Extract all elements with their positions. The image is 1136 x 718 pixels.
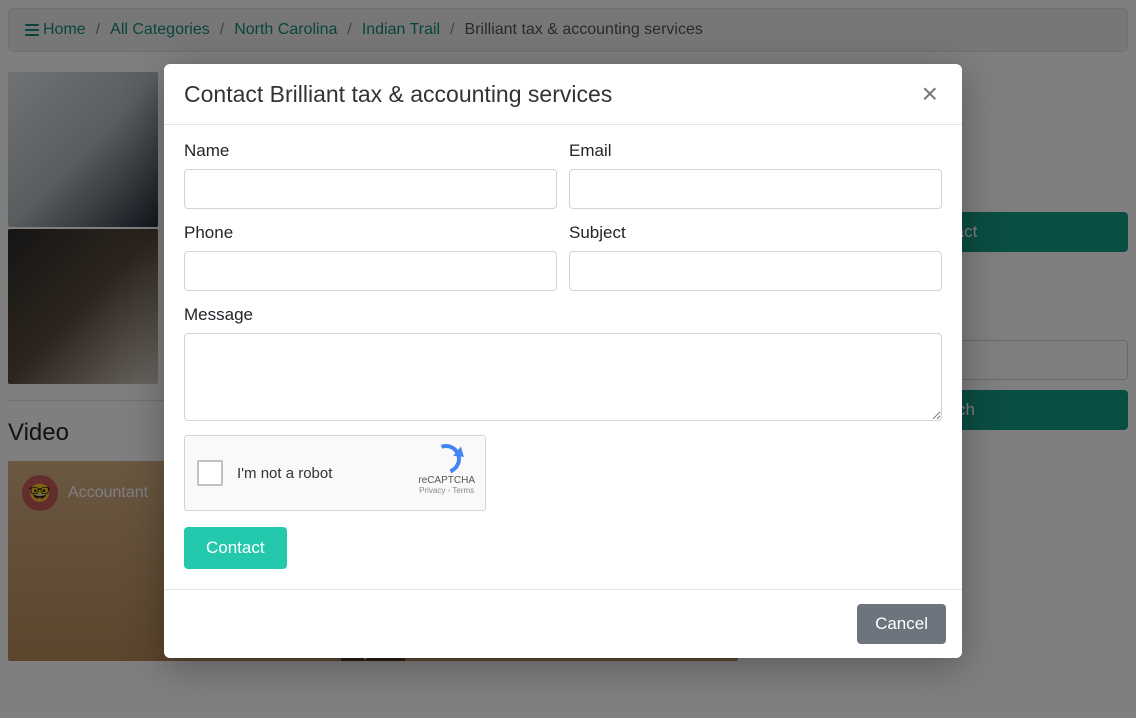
- phone-input[interactable]: [184, 251, 557, 291]
- email-label: Email: [569, 141, 942, 161]
- message-textarea[interactable]: [184, 333, 942, 421]
- recaptcha-icon: [431, 444, 463, 474]
- modal-header: Contact Brilliant tax & accounting servi…: [164, 64, 962, 125]
- recaptcha-checkbox[interactable]: [197, 460, 223, 486]
- subject-input[interactable]: [569, 251, 942, 291]
- close-icon[interactable]: ×: [918, 80, 942, 108]
- subject-label: Subject: [569, 223, 942, 243]
- recaptcha-brand-text: reCAPTCHA: [418, 475, 475, 486]
- recaptcha-branding: reCAPTCHA Privacy - Terms: [418, 444, 475, 495]
- cancel-button[interactable]: Cancel: [857, 604, 946, 644]
- name-input[interactable]: [184, 169, 557, 209]
- contact-modal: Contact Brilliant tax & accounting servi…: [164, 64, 962, 658]
- modal-footer: Cancel: [164, 589, 962, 658]
- message-label: Message: [184, 305, 942, 325]
- modal-body: Name Email Phone Subject Message: [164, 125, 962, 589]
- recaptcha-label: I'm not a robot: [237, 465, 332, 482]
- phone-label: Phone: [184, 223, 557, 243]
- recaptcha-links[interactable]: Privacy - Terms: [418, 486, 475, 495]
- name-label: Name: [184, 141, 557, 161]
- contact-submit-button[interactable]: Contact: [184, 527, 287, 569]
- recaptcha-widget[interactable]: I'm not a robot reCAPTCHA Privacy - Term…: [184, 435, 486, 511]
- email-input[interactable]: [569, 169, 942, 209]
- modal-title: Contact Brilliant tax & accounting servi…: [184, 81, 612, 108]
